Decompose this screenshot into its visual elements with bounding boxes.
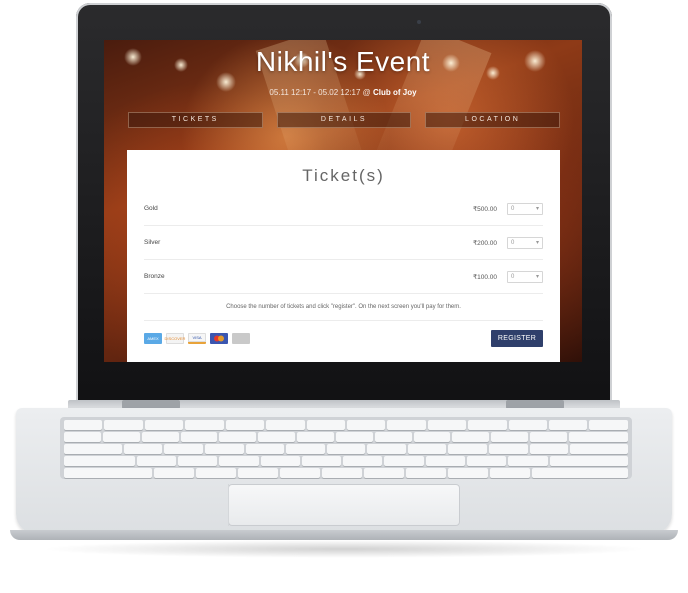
generic-card-icon bbox=[232, 332, 250, 344]
ticket-row-silver: Silver ₹200.00 0 ▾ bbox=[144, 226, 543, 260]
screen: Nikhil's Event 05.11 12:17 - 05.02 12:17… bbox=[104, 40, 582, 362]
laptop-base-edge bbox=[10, 530, 678, 540]
chevron-down-icon: ▾ bbox=[535, 240, 539, 246]
tab-details[interactable]: DETAILS bbox=[276, 112, 412, 128]
tickets-card: Ticket(s) Gold ₹500.00 0 ▾ Silver ₹200.00… bbox=[127, 150, 560, 362]
ticket-price: ₹200.00 bbox=[472, 239, 497, 247]
keyboard bbox=[60, 417, 632, 479]
ticket-quantity-select[interactable]: 0 ▾ bbox=[507, 202, 543, 215]
event-dates: 05.11 12:17 - 05.02 12:17 @ bbox=[269, 88, 374, 97]
mastercard-card-icon bbox=[210, 332, 228, 344]
tickets-footer: AMEX DISCOVER VISA REGISTER bbox=[144, 321, 543, 355]
discover-card-icon: DISCOVER bbox=[165, 332, 185, 344]
ticket-price: ₹500.00 bbox=[472, 205, 497, 213]
event-venue[interactable]: Club of Joy bbox=[373, 88, 417, 97]
amex-card-icon: AMEX bbox=[144, 332, 162, 344]
ticket-name: Bronze bbox=[144, 273, 165, 280]
ticket-row-bronze: Bronze ₹100.00 0 ▾ bbox=[144, 260, 543, 294]
tab-tickets[interactable]: TICKETS bbox=[128, 112, 263, 128]
ticket-quantity-select[interactable]: 0 ▾ bbox=[507, 236, 543, 249]
tab-location[interactable]: LOCATION bbox=[425, 112, 561, 128]
tickets-heading: Ticket(s) bbox=[302, 166, 385, 185]
event-subtitle: 05.11 12:17 - 05.02 12:17 @ Club of Joy bbox=[104, 88, 582, 97]
chevron-down-icon: ▾ bbox=[535, 206, 539, 212]
ticket-price: ₹100.00 bbox=[472, 273, 497, 281]
event-tabs: TICKETS DETAILS LOCATION bbox=[128, 112, 561, 128]
tickets-hint: Choose the number of tickets and click "… bbox=[144, 294, 543, 321]
register-button[interactable]: REGISTER bbox=[491, 329, 543, 347]
visa-card-icon: VISA bbox=[188, 332, 206, 344]
ticket-name: Gold bbox=[144, 205, 158, 212]
trackpad bbox=[228, 484, 460, 526]
event-title: Nikhil's Event bbox=[255, 46, 431, 77]
laptop-shadow bbox=[40, 540, 648, 558]
webcam-icon bbox=[417, 20, 421, 24]
ticket-quantity-select[interactable]: 0 ▾ bbox=[507, 270, 543, 283]
chevron-down-icon: ▾ bbox=[535, 274, 539, 280]
payment-methods: AMEX DISCOVER VISA bbox=[144, 332, 491, 344]
ticket-name: Silver bbox=[144, 239, 161, 246]
ticket-row-gold: Gold ₹500.00 0 ▾ bbox=[144, 192, 543, 226]
